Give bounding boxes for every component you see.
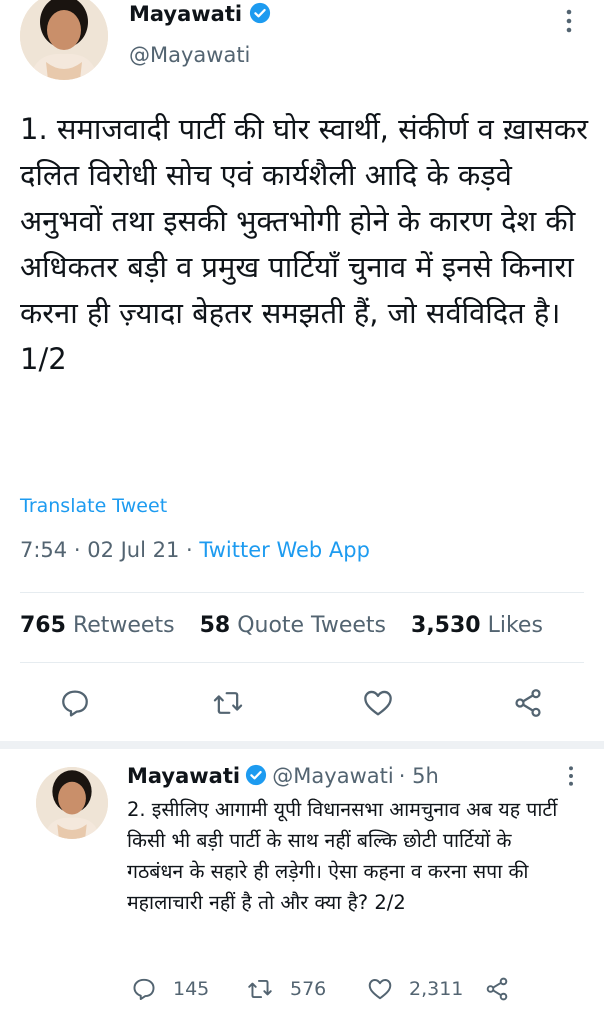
retweet-icon[interactable] — [211, 687, 245, 719]
author-name[interactable]: Mayawati — [129, 2, 271, 26]
quote-tweets-count: 58 — [199, 613, 231, 638]
reply-author-avatar[interactable] — [36, 767, 108, 839]
divider — [20, 662, 584, 663]
reply-author-name[interactable]: Mayawati — [127, 764, 240, 788]
meta-separator: · — [398, 764, 413, 788]
avatar-portrait-icon — [36, 767, 108, 839]
reply-age[interactable]: 5h — [412, 764, 439, 788]
verified-badge-icon — [246, 764, 267, 786]
tweet-time[interactable]: 7:54 — [20, 538, 67, 562]
reply-icon[interactable] — [131, 976, 157, 1002]
heart-icon[interactable] — [366, 976, 394, 1002]
quote-tweets-stat[interactable]: 58 Quote Tweets — [200, 613, 386, 638]
retweet-count: 576 — [290, 978, 327, 1000]
tweet-date[interactable]: 02 Jul 21 — [87, 538, 179, 562]
section-separator — [0, 741, 604, 749]
meta-separator: · — [73, 538, 88, 562]
quote-tweets-label: Quote Tweets — [237, 613, 387, 638]
more-options-icon[interactable] — [565, 764, 577, 788]
author-handle[interactable]: @Mayawati — [129, 43, 250, 67]
author-avatar[interactable] — [20, 0, 108, 80]
reply-tweet-text: 2. इसीलिए आगामी यूपी विधानसभा आमचुनाव अब… — [127, 798, 558, 914]
author-name-text[interactable]: Mayawati — [129, 2, 242, 26]
reply-icon[interactable] — [59, 687, 91, 719]
divider — [20, 592, 584, 593]
retweets-label: Retweets — [72, 613, 175, 638]
translate-tweet-link[interactable]: Translate Tweet — [20, 495, 167, 517]
tweet-text: 1. समाजवादी पार्टी की घोर स्वार्थी, संकी… — [20, 112, 588, 376]
retweet-icon[interactable] — [246, 976, 274, 1002]
reply-header: Mayawati @Mayawati · 5h — [127, 764, 439, 788]
avatar-portrait-icon — [20, 0, 108, 80]
retweets-count: 765 — [20, 613, 66, 638]
retweets-stat[interactable]: 765 Retweets — [20, 613, 175, 638]
tweet-source-link[interactable]: Twitter Web App — [199, 538, 370, 562]
reply-count: 145 — [173, 978, 210, 1000]
tweet-stats: 765 Retweets 58 Quote Tweets 3,530 Likes — [20, 613, 543, 638]
reply-author-handle[interactable]: @Mayawati — [272, 764, 393, 788]
likes-label: Likes — [487, 613, 543, 638]
likes-stat[interactable]: 3,530 Likes — [411, 613, 543, 638]
like-count: 2,311 — [409, 978, 464, 1000]
more-options-icon[interactable] — [562, 8, 576, 34]
share-icon[interactable] — [484, 976, 510, 1002]
tweet-meta: 7:54 · 02 Jul 21 · Twitter Web App — [20, 538, 370, 562]
verified-badge-icon — [250, 2, 271, 24]
heart-icon[interactable] — [361, 687, 395, 719]
share-icon[interactable] — [512, 687, 544, 719]
meta-separator: · — [186, 538, 200, 562]
likes-count: 3,530 — [411, 613, 481, 638]
